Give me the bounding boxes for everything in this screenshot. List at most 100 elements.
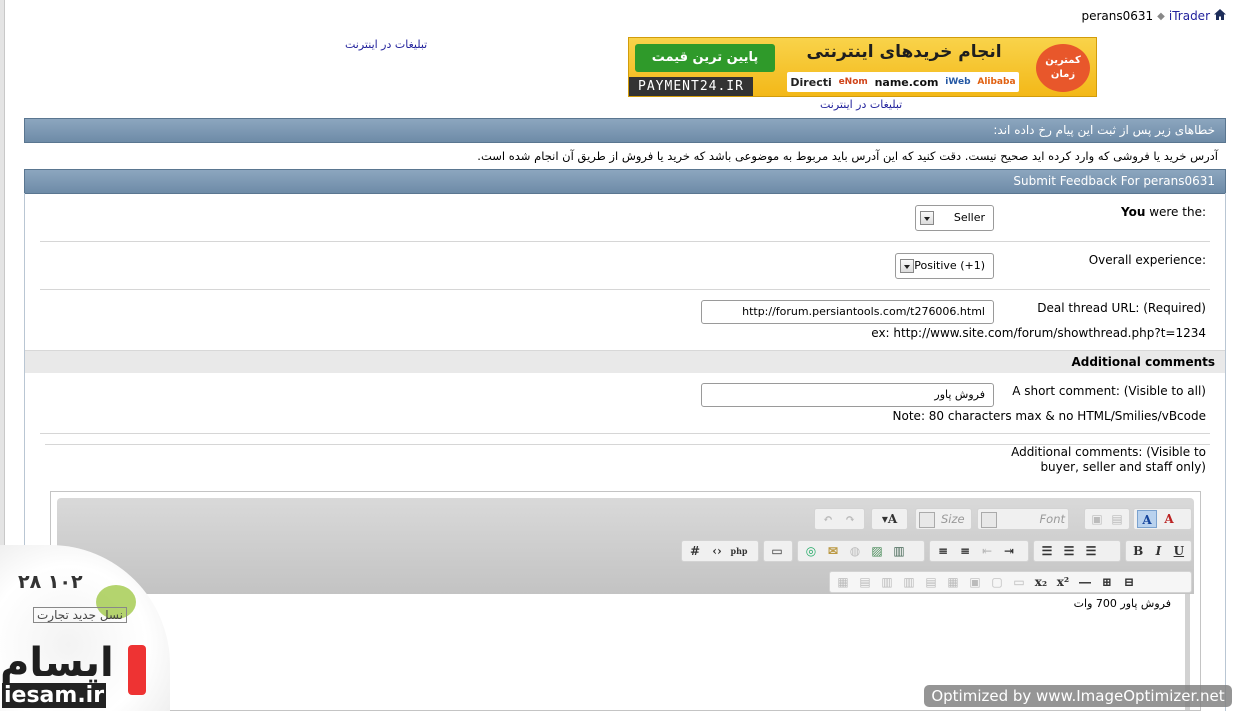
divider [40, 433, 1210, 434]
chevron-down-icon [981, 511, 997, 528]
banner-logo-namecom: name.com [874, 75, 939, 89]
italic-icon[interactable]: I [1149, 542, 1167, 560]
deal-url-label: Deal thread URL: (Required) [1037, 301, 1206, 315]
banner-logo-iweb: iWeb [945, 77, 971, 87]
banner-logo-alibaba: Alibaba [977, 77, 1016, 87]
insert-row-icon[interactable]: ⊞ [1097, 573, 1117, 591]
php-icon[interactable]: php [729, 542, 749, 560]
editor-content-text: فروش پاور 700 وات [1073, 597, 1171, 610]
superscript-icon[interactable]: x² [1053, 573, 1073, 591]
breadcrumb-itrader-link[interactable]: iTrader [1169, 9, 1210, 23]
text-color-icon[interactable]: A [1137, 510, 1157, 528]
image-icon[interactable]: ▨ [867, 542, 887, 560]
experience-select[interactable]: Positive (+1) [895, 253, 994, 279]
role-select[interactable]: Seller [915, 205, 994, 231]
watermark-tagline: نسل جدید تجارت [33, 607, 127, 623]
banner-brand: PAYMENT24.IR [629, 77, 753, 96]
table-col-delete-icon[interactable]: ▦ [943, 573, 963, 591]
indent-icon[interactable]: ⇥ [999, 542, 1019, 560]
banner-price-text: پایین ترین قیمت [635, 44, 775, 72]
paste-text-icon[interactable]: ▤ [1108, 510, 1126, 528]
watermark-logo-mark [128, 645, 146, 695]
error-header: خطاهای زیر پس از ثبت این پیام رخ داده ان… [24, 118, 1226, 143]
short-comment-label: A short comment: (Visible to all) [1012, 384, 1206, 398]
font-color-select[interactable]: ▾A [871, 508, 908, 530]
unordered-list-icon[interactable]: ≡ [955, 542, 975, 560]
breadcrumb-separator-icon: ◆ [1157, 10, 1165, 22]
undo-icon[interactable]: ↶ [818, 510, 838, 528]
align-right-icon[interactable]: ☰ [1081, 542, 1101, 560]
table-delete-icon[interactable]: ▥ [877, 573, 897, 591]
email-icon[interactable]: ✉ [823, 542, 843, 560]
watermark-url: iesam.ir [2, 683, 107, 708]
rich-text-editor: A A ▣ ▤ Font Size ▾A ↶ ↷ B I U ☰ ☰ ☰ ≡ ≡… [50, 491, 1201, 711]
optimizer-watermark: Optimized by www.ImageOptimizer.net [924, 685, 1232, 707]
font-color-icon: ▾A [881, 512, 898, 526]
toolbar-group-align: ☰ ☰ ☰ [1033, 540, 1121, 562]
table-split-icon[interactable]: ▢ [987, 573, 1007, 591]
banner-title: انجام خریدهای اینترنتی [806, 42, 1002, 62]
watermark-number: ۲۸ ۱۰۲ [18, 571, 83, 593]
ordered-list-icon[interactable]: ≡ [933, 542, 953, 560]
insert-table-icon[interactable]: ⊟ [1119, 573, 1139, 591]
toolbar-group-style: B I U [1125, 540, 1192, 562]
experience-select-value: Positive (+1) [914, 259, 985, 272]
breadcrumb: perans0631 ◆ iTrader [1081, 9, 1226, 23]
error-message: آدرس خرید یا فروشی که وارد کرده اید صحیح… [477, 149, 1218, 163]
underline-icon[interactable]: U [1170, 542, 1188, 560]
toolbar-group-quote: ▭ [763, 540, 793, 562]
deal-url-hint: ex: http://www.site.com/forum/showthread… [871, 326, 1206, 340]
home-icon[interactable] [1214, 9, 1226, 23]
horizontal-rule-icon[interactable]: ― [1075, 573, 1095, 591]
role-label-rest: were the: [1145, 205, 1206, 219]
additional-comments-section-title: Additional comments [25, 350, 1225, 373]
table-cell-icon[interactable]: ▭ [1009, 573, 1029, 591]
paste-icon[interactable]: ▣ [1088, 510, 1106, 528]
table-insert-icon[interactable]: ▦ [833, 573, 853, 591]
additional-comments-label: Additional comments: (Visible to buyer, … [1011, 445, 1206, 474]
ad-banner[interactable]: پایین ترین قیمت انجام خریدهای اینترنتی D… [628, 37, 1097, 97]
banner-logos: Directi eNom name.com iWeb Alibaba [787, 72, 1019, 92]
code-icon[interactable]: ‹› [707, 542, 727, 560]
role-select-value: Seller [953, 211, 985, 224]
chevron-down-icon [920, 211, 934, 225]
ad-link-bottom[interactable]: تبلیغات در اینترنت [820, 98, 902, 111]
short-comment-input[interactable]: فروش پاور [701, 383, 994, 407]
toolbar-group-paste: ▣ ▤ [1084, 508, 1130, 530]
table-col-after-icon[interactable]: ▤ [921, 573, 941, 591]
banner-side-text: کمترین زمان [1036, 44, 1090, 92]
banner-logo-enom: eNom [838, 77, 868, 87]
redo-icon[interactable]: ↷ [840, 510, 860, 528]
table-col-before-icon[interactable]: ▥ [899, 573, 919, 591]
breadcrumb-user[interactable]: perans0631 [1081, 9, 1153, 23]
watermark-logo: ایسام [0, 640, 114, 686]
table-row-icon[interactable]: ▤ [855, 573, 875, 591]
align-left-icon[interactable]: ☰ [1037, 542, 1057, 560]
font-select-placeholder: Font [1039, 512, 1065, 526]
ad-link-top[interactable]: تبلیغات در اینترنت [345, 38, 427, 51]
align-center-icon[interactable]: ☰ [1059, 542, 1079, 560]
font-select[interactable]: Font [977, 508, 1069, 530]
remove-format-icon[interactable]: A [1159, 510, 1179, 528]
toolbar-group-table: ▦ ▤ ▥ ▥ ▤ ▦ ▣ ▢ ▭ x₂ x² ― ⊞ ⊟ [829, 571, 1192, 593]
experience-label: Overall experience: [1088, 253, 1206, 267]
bold-icon[interactable]: B [1129, 542, 1147, 560]
size-select[interactable]: Size [915, 508, 972, 530]
chevron-down-icon [919, 511, 935, 528]
quote-icon[interactable]: ▭ [767, 542, 787, 560]
deal-url-input[interactable]: http://forum.persiantools.com/t276006.ht… [701, 300, 994, 324]
form-title: Submit Feedback For perans0631 [24, 169, 1226, 194]
video-icon[interactable]: ▥ [889, 542, 909, 560]
link-icon[interactable]: ◎ [801, 542, 821, 560]
toolbar-group-format: A A [1133, 508, 1192, 530]
short-comment-note: Note: 80 characters max & no HTML/Smilie… [892, 409, 1206, 423]
role-label: You were the: [1121, 205, 1206, 219]
table-merge-icon[interactable]: ▣ [965, 573, 985, 591]
unlink-icon[interactable]: ◍ [845, 542, 865, 560]
toolbar-group-insert: ◎ ✉ ◍ ▨ ▥ [797, 540, 925, 562]
toolbar-group-history: ↶ ↷ [814, 508, 865, 530]
size-select-placeholder: Size [941, 512, 965, 526]
hash-icon[interactable]: # [685, 542, 705, 560]
outdent-icon[interactable]: ⇤ [977, 542, 997, 560]
subscript-icon[interactable]: x₂ [1031, 573, 1051, 591]
